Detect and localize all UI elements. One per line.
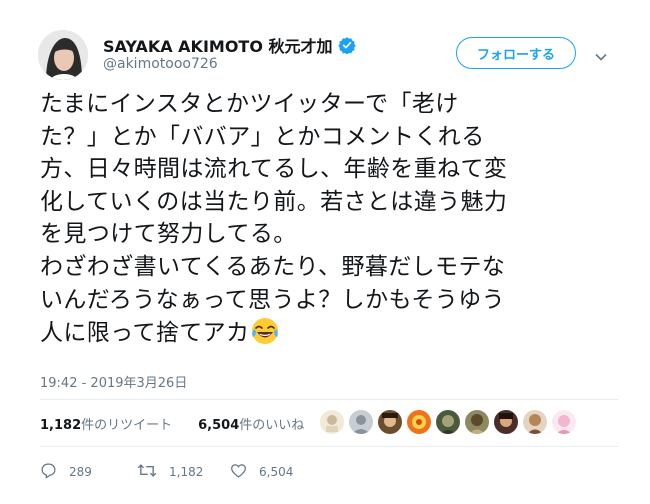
tweet-line: 人に限って捨てアカ bbox=[40, 320, 250, 347]
tweet-line: 化していくのは当たり前。若さとは違う魅力 bbox=[40, 188, 508, 215]
retweet-button[interactable]: 1,182 bbox=[137, 462, 203, 482]
liker-avatar[interactable] bbox=[465, 410, 489, 434]
likes-stat[interactable]: 6,504件のいいね bbox=[198, 414, 304, 433]
display-name[interactable]: SAYAKA AKIMOTO 秋元才加 bbox=[103, 33, 333, 57]
tweet-line-last: 人に限って捨てアカ bbox=[40, 316, 625, 350]
tweet-line: た？」とか「ババア」とかコメントくれる bbox=[40, 123, 485, 150]
retweets-stat[interactable]: 1,182件のリツイート bbox=[40, 414, 172, 433]
chevron-down-icon[interactable] bbox=[595, 47, 607, 61]
tweet-line: たまにインスタとかツイッターで「老け bbox=[40, 91, 459, 117]
user-name-row[interactable]: SAYAKA AKIMOTO 秋元才加 bbox=[103, 33, 356, 57]
liker-avatar[interactable] bbox=[349, 410, 373, 434]
liker-avatar[interactable] bbox=[320, 410, 344, 434]
tweet-timestamp[interactable]: 19:42 - 2019年3月26日 bbox=[40, 372, 187, 391]
liker-avatar[interactable] bbox=[407, 410, 431, 434]
reply-count: 289 bbox=[69, 465, 92, 479]
retweet-icon bbox=[137, 462, 169, 482]
liker-avatar[interactable] bbox=[552, 410, 576, 434]
divider bbox=[40, 446, 618, 447]
reply-icon bbox=[40, 462, 69, 482]
tweet-actions: 289 1,182 6,504 bbox=[40, 462, 320, 482]
user-handle[interactable]: @akimotooo726 bbox=[103, 56, 218, 72]
retweets-count: 1,182 bbox=[40, 418, 82, 433]
tweet-line: を見つけて努力してる。 bbox=[40, 221, 297, 248]
engagement-stats: 1,182件のリツイート 6,504件のいいね bbox=[40, 414, 304, 433]
avatar-photo bbox=[38, 30, 88, 80]
liker-avatar[interactable] bbox=[523, 410, 547, 434]
divider bbox=[40, 399, 618, 400]
liker-avatar[interactable] bbox=[494, 410, 518, 434]
retweet-count: 1,182 bbox=[169, 465, 204, 479]
follow-button[interactable]: フォローする bbox=[456, 37, 576, 69]
liker-avatars bbox=[320, 410, 581, 434]
face-with-tears-of-joy-icon bbox=[250, 316, 280, 346]
verified-badge-icon bbox=[337, 36, 356, 55]
tweet-line: 方、日々時間は流れてるし、年齢を重ねて変 bbox=[40, 156, 508, 183]
like-count: 6,504 bbox=[259, 465, 294, 479]
avatar[interactable] bbox=[38, 30, 88, 80]
like-button[interactable]: 6,504 bbox=[230, 462, 293, 482]
retweets-label: 件のリツイート bbox=[81, 418, 173, 433]
likes-count: 6,504 bbox=[198, 418, 240, 433]
liker-avatar[interactable] bbox=[378, 410, 402, 434]
liker-avatar[interactable] bbox=[436, 410, 460, 434]
tweet-line: わざわざ書いてくるあたり、野暮だしモテな bbox=[40, 253, 506, 280]
tweet-text: たまにインスタとかツイッターで「老け た？」とか「ババア」とかコメントくれる 方… bbox=[40, 88, 625, 350]
likes-label: 件のいいね bbox=[239, 418, 305, 433]
reply-button[interactable]: 289 bbox=[40, 462, 92, 482]
tweet-line: いんだろうなぁって思うよ？しかもそうゆう bbox=[40, 286, 506, 313]
heart-icon bbox=[230, 462, 259, 482]
